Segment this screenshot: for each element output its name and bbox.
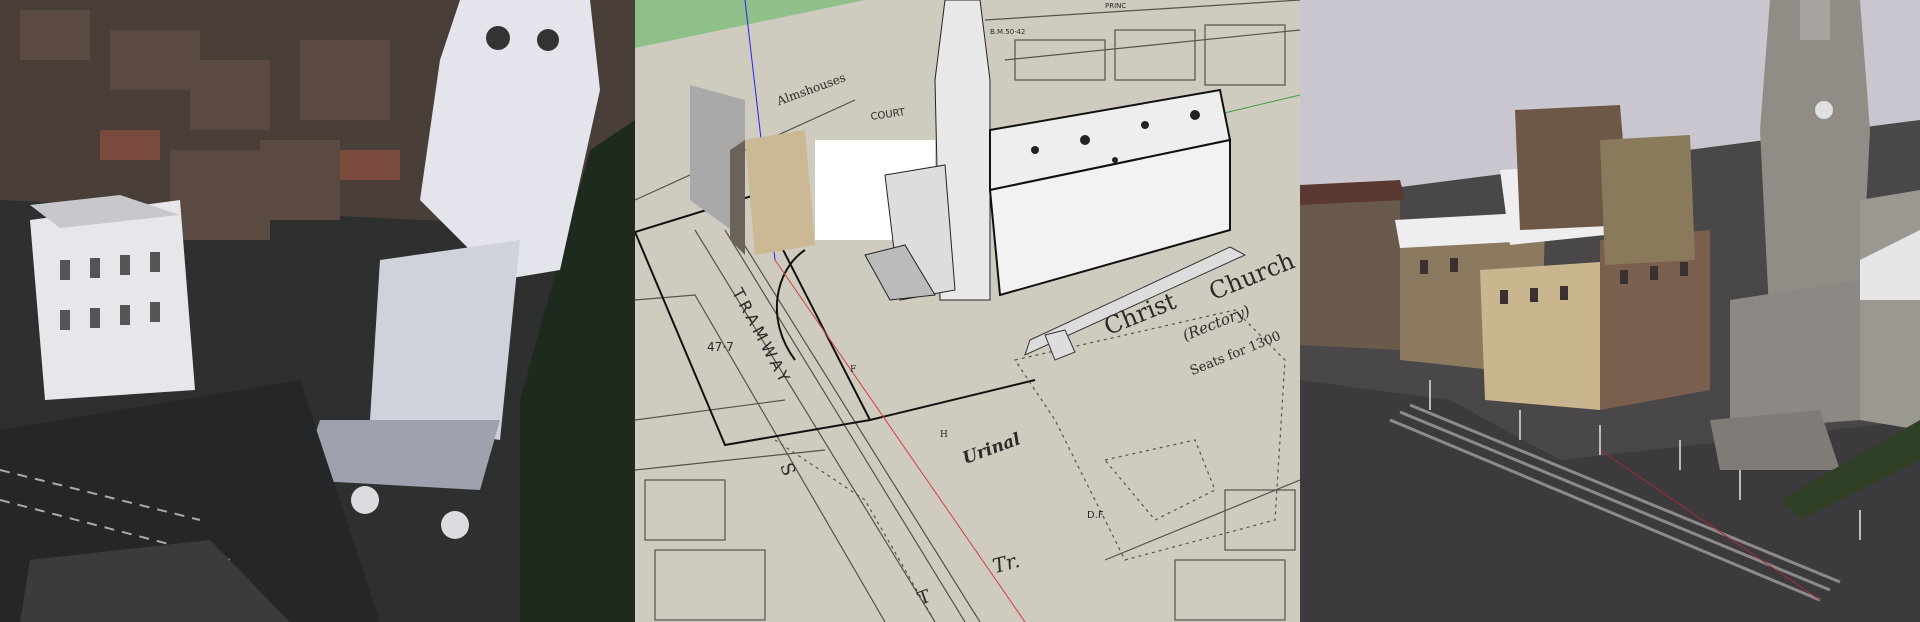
aerial-photo-panel bbox=[0, 0, 635, 622]
render-panel bbox=[1300, 0, 1920, 622]
map-label-h: H bbox=[940, 430, 948, 440]
church-portico bbox=[370, 240, 520, 440]
map-label-spot-height: 47·7 bbox=[707, 340, 734, 354]
church-spire-render bbox=[1760, 0, 1870, 330]
aerial-scene bbox=[0, 0, 635, 622]
map-label-princ: PRINC bbox=[1105, 2, 1127, 10]
corner-building bbox=[1480, 262, 1600, 410]
map-label-f: F bbox=[850, 365, 857, 375]
left-building bbox=[1300, 195, 1400, 350]
white-corner-building bbox=[30, 200, 195, 400]
map-label-bench-mark: B.M.50·42 bbox=[990, 28, 1026, 36]
map-scene bbox=[635, 0, 1300, 622]
sketchup-map-panel: Almshouses COURT B.M.50·42 PRINC TRAMWAY… bbox=[635, 0, 1300, 622]
map-label-df: D.F bbox=[1087, 510, 1104, 521]
corner-building-model bbox=[745, 130, 815, 255]
church-portico-render bbox=[1730, 280, 1860, 430]
render-scene bbox=[1300, 0, 1920, 622]
